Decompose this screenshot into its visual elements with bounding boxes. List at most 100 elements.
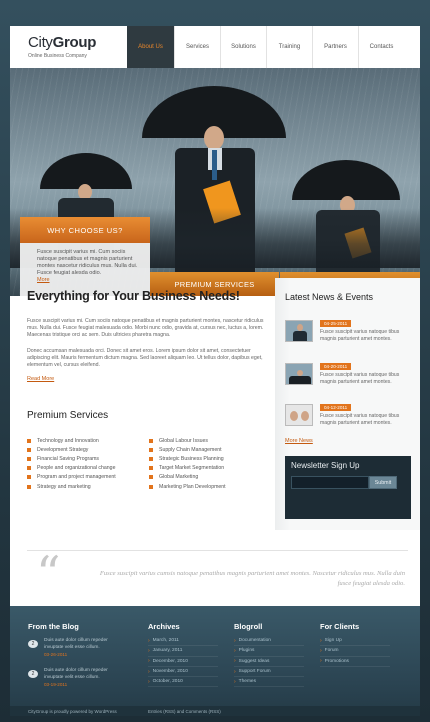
blogroll-link[interactable]: › Documentation bbox=[234, 636, 304, 647]
news-thumbnail[interactable] bbox=[285, 363, 313, 385]
service-item[interactable]: Marketing Plan Development bbox=[149, 482, 269, 491]
bullet-icon bbox=[149, 447, 153, 452]
archive-link[interactable]: › January, 2011 bbox=[148, 646, 218, 657]
blog-item-text[interactable]: Duis aute dolor cillum repeder invuptate… bbox=[44, 668, 124, 681]
arrow-icon: › bbox=[148, 678, 150, 685]
service-item[interactable]: Supply Chain Management bbox=[149, 445, 269, 454]
nav-about-us[interactable]: About Us bbox=[127, 26, 174, 68]
archives-list: › March, 2011 › January, 2011 › December, 2… bbox=[148, 636, 218, 688]
service-label: Strategy and marketing bbox=[37, 483, 91, 490]
service-item[interactable]: Target Market Segmentation bbox=[149, 464, 269, 473]
blog-item[interactable]: 2 Duis aute dolor cillum repeder invupta… bbox=[28, 638, 128, 664]
client-link[interactable]: › Sign Up bbox=[320, 636, 390, 647]
blogroll-link[interactable]: › Themes bbox=[234, 677, 304, 688]
service-item[interactable]: Program and project management bbox=[27, 473, 147, 482]
news-thumbnail[interactable] bbox=[285, 404, 313, 426]
bullet-icon bbox=[149, 475, 153, 480]
arrow-icon: › bbox=[234, 668, 236, 675]
newsletter-submit-button[interactable]: Submit bbox=[369, 476, 397, 489]
service-label: People and organizational change bbox=[37, 465, 116, 472]
service-item[interactable]: Development Strategy bbox=[27, 445, 147, 454]
quote-text: Fusce suscipit varius cumsis natoque pen… bbox=[99, 570, 405, 587]
news-item[interactable]: 04-25-2011 Fusce suscipit varius natoque… bbox=[285, 320, 415, 350]
logo-text-part2: Group bbox=[52, 34, 97, 51]
logo-tagline: Online Business Company bbox=[28, 53, 87, 59]
blogroll-link[interactable]: › Suggest Ideas bbox=[234, 657, 304, 667]
service-item[interactable]: Technology and Innovation bbox=[27, 436, 147, 445]
bullet-icon bbox=[149, 438, 153, 443]
service-item[interactable]: Strategy and marketing bbox=[27, 482, 147, 491]
nav-contacts[interactable]: Contacts bbox=[358, 26, 404, 68]
arrow-icon: › bbox=[320, 658, 322, 665]
news-date: 04-25-2011 bbox=[320, 320, 352, 327]
nav-solutions[interactable]: Solutions bbox=[220, 26, 266, 68]
blogroll-label: Suggest Ideas bbox=[238, 658, 270, 664]
news-item[interactable]: 04-20-2011 Fusce suscipit varius natoque… bbox=[285, 363, 415, 393]
client-link[interactable]: › Forum bbox=[320, 646, 390, 657]
service-item[interactable]: Global Marketing bbox=[149, 473, 269, 482]
main-nav: About Us Services Solutions Training Par… bbox=[127, 26, 404, 68]
blogroll-label: Support Forum bbox=[238, 669, 271, 675]
bullet-icon bbox=[149, 466, 153, 471]
premium-services-heading: Premium Services bbox=[27, 410, 109, 421]
client-label: Promotions bbox=[324, 658, 349, 664]
news-thumbnail[interactable] bbox=[285, 320, 313, 342]
service-label: Global Marketing bbox=[159, 474, 199, 481]
bullet-icon bbox=[27, 475, 31, 480]
archive-link[interactable]: › November, 2010 bbox=[148, 667, 218, 678]
bullet-icon bbox=[149, 484, 153, 489]
newsletter-box: Newsletter Sign Up Submit bbox=[285, 456, 411, 519]
hero-banner: WHY CHOOSE US? Fusce suscipit varius mi.… bbox=[10, 68, 420, 296]
blog-item[interactable]: 2 Duis aute dolor cillum repeder invupta… bbox=[28, 668, 128, 694]
arrow-icon: › bbox=[148, 668, 150, 675]
bullet-icon bbox=[27, 484, 31, 489]
latest-news-heading: Latest News & Events bbox=[285, 292, 374, 302]
service-label: Target Market Segmentation bbox=[159, 465, 225, 472]
archive-link[interactable]: › October, 2010 bbox=[148, 677, 218, 688]
service-label: Marketing Plan Development bbox=[159, 483, 226, 490]
why-choose-us-box: WHY CHOOSE US? Fusce suscipit varius mi.… bbox=[20, 217, 150, 296]
intro-paragraph-1: Fusce suscipit varius mi. Cum sociis nat… bbox=[27, 318, 264, 338]
blogroll-link[interactable]: › Support Forum bbox=[234, 667, 304, 678]
more-news-link[interactable]: More News bbox=[285, 438, 313, 444]
service-item[interactable]: Global Labour Issues bbox=[149, 436, 269, 445]
comment-bubble-icon: 2 bbox=[28, 670, 38, 678]
quote-mark-icon: “ bbox=[36, 546, 61, 602]
bullet-icon bbox=[27, 438, 31, 443]
nav-training[interactable]: Training bbox=[266, 26, 312, 68]
footer: From the Blog 2 Duis aute dolor cillum r… bbox=[10, 606, 420, 716]
why-choose-us-more-link[interactable]: More bbox=[20, 277, 150, 283]
service-item[interactable]: People and organizational change bbox=[27, 464, 147, 473]
service-label: Technology and Innovation bbox=[37, 437, 99, 444]
services-list-right: Global Labour Issues Supply Chain Manage… bbox=[149, 436, 269, 491]
archive-link[interactable]: › March, 2011 bbox=[148, 636, 218, 647]
nav-services[interactable]: Services bbox=[174, 26, 220, 68]
archive-link[interactable]: › December, 2010 bbox=[148, 657, 218, 667]
client-link[interactable]: › Promotions bbox=[320, 657, 390, 667]
powered-by-text[interactable]: CityGroup is proudly powered by WordPres… bbox=[28, 709, 117, 714]
page: CityGroup Online Business Company About … bbox=[10, 26, 420, 716]
service-item[interactable]: Strategic Business Planning bbox=[149, 454, 269, 463]
blog-item-text[interactable]: Duis aute dolor cillum repeder invuptate… bbox=[44, 638, 124, 651]
read-more-link[interactable]: Read More bbox=[27, 376, 54, 382]
bullet-icon bbox=[27, 447, 31, 452]
archive-label: December, 2010 bbox=[152, 658, 188, 664]
main-heading: Everything for Your Business Needs! bbox=[27, 289, 240, 303]
footer-archives-heading: Archives bbox=[148, 622, 180, 631]
logo[interactable]: CityGroup bbox=[28, 34, 96, 51]
newsletter-title: Newsletter Sign Up bbox=[291, 461, 360, 470]
news-item[interactable]: 04-12-2011 Fusce suscipit varius natoque… bbox=[285, 404, 415, 434]
comment-bubble-icon: 2 bbox=[28, 640, 38, 648]
newsletter-email-input[interactable] bbox=[291, 476, 369, 489]
blogroll-label: Themes bbox=[238, 679, 256, 685]
blogroll-label: Plugins bbox=[238, 648, 255, 654]
client-label: Sign Up bbox=[324, 638, 342, 644]
arrow-icon: › bbox=[148, 637, 150, 644]
arrow-icon: › bbox=[234, 678, 236, 685]
nav-partners[interactable]: Partners bbox=[312, 26, 358, 68]
divider bbox=[27, 550, 408, 551]
blogroll-link[interactable]: › Plugins bbox=[234, 646, 304, 657]
service-label: Global Labour Issues bbox=[159, 437, 209, 444]
rss-links[interactable]: Entries (RSS) and Comments (RSS) bbox=[148, 709, 221, 714]
service-item[interactable]: Financial Saving Programs bbox=[27, 454, 147, 463]
